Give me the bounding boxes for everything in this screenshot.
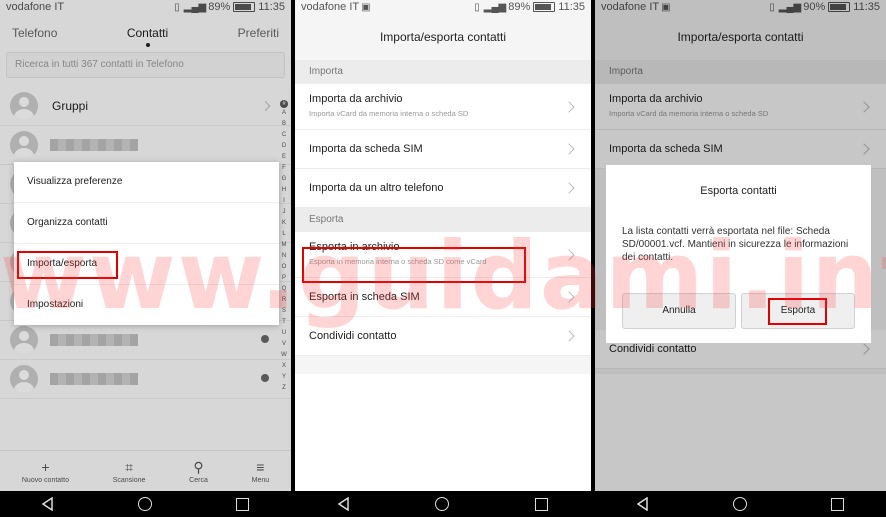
vibrate-icon: ▯ [474, 1, 480, 13]
highlight-import-export [17, 251, 118, 279]
dialog-title: Esporta contatti [700, 185, 777, 197]
export-to-sim[interactable]: Esporta in scheda SIM [295, 278, 591, 317]
recents-icon[interactable] [831, 497, 844, 511]
highlight-export-archive [302, 247, 526, 283]
battery-icon [533, 2, 556, 12]
import-from-other-phone[interactable]: Importa da un altro telefono [295, 169, 591, 208]
row-title: Importa da un altro telefono [309, 182, 444, 194]
import-export-screen: vodafone IT ▣ ▯ ▂▄▆ 89% 11:35 Importa/es… [295, 0, 591, 517]
back-icon[interactable] [42, 497, 54, 511]
back-icon[interactable] [337, 497, 350, 511]
home-icon[interactable] [138, 497, 152, 511]
recents-icon[interactable] [535, 497, 549, 511]
section-header-export: Esporta [295, 208, 591, 232]
export-dialog-screen: vodafone IT ▣ ▯ ▂▄▆ 90% 11:35 Importa/es… [595, 0, 886, 517]
row-title: Importa da archivio [309, 93, 403, 105]
signal-icon: ▂▄▆ [483, 1, 507, 13]
home-icon[interactable] [435, 497, 450, 511]
system-nav-bar [0, 491, 291, 517]
menu-item-settings[interactable]: Impostazioni [14, 285, 279, 325]
cancel-button[interactable]: Annulla [622, 293, 736, 329]
row-subtitle: Importa vCard da memoria interna o sched… [309, 109, 469, 118]
row-title: Importa da scheda SIM [309, 143, 423, 155]
back-icon[interactable] [637, 497, 649, 511]
menu-item-view-preferences[interactable]: Visualizza preferenze [14, 162, 279, 203]
clock: 11:35 [558, 1, 585, 13]
page-title: Importa/esporta contatti [379, 30, 507, 44]
menu-item-organize-contacts[interactable]: Organizza contatti [14, 203, 279, 244]
recents-icon[interactable] [236, 497, 249, 511]
system-nav-bar [295, 491, 591, 517]
battery-percent: 89% [508, 1, 531, 13]
options-menu: Visualizza preferenze Organizza contatti… [14, 162, 279, 325]
import-from-archive[interactable]: Importa da archivio Importa vCard da mem… [295, 84, 591, 130]
row-title: Esporta in scheda SIM [309, 291, 420, 303]
share-contact[interactable]: Condividi contatto [295, 317, 591, 356]
export-contacts-dialog: Esporta contatti La lista contatti verrà… [606, 165, 871, 343]
contacts-screen: vodafone IT ▯ ▂▄▆ 89% 11:35 Telefono Con… [0, 0, 291, 517]
list-background [295, 374, 591, 491]
import-from-sim[interactable]: Importa da scheda SIM [295, 130, 591, 169]
status-bar: vodafone IT ▣ ▯ ▂▄▆ 89% 11:35 [295, 0, 591, 14]
highlight-export-button [768, 298, 827, 325]
system-nav-bar [595, 491, 886, 517]
sim-icon: ▣ [361, 1, 371, 13]
row-title: Condividi contatto [309, 330, 397, 342]
home-icon[interactable] [733, 497, 747, 511]
carrier-label: vodafone IT [301, 1, 360, 13]
dialog-message: La lista contatti verrà esportata nel fi… [622, 226, 849, 263]
section-header-import: Importa [295, 60, 591, 84]
